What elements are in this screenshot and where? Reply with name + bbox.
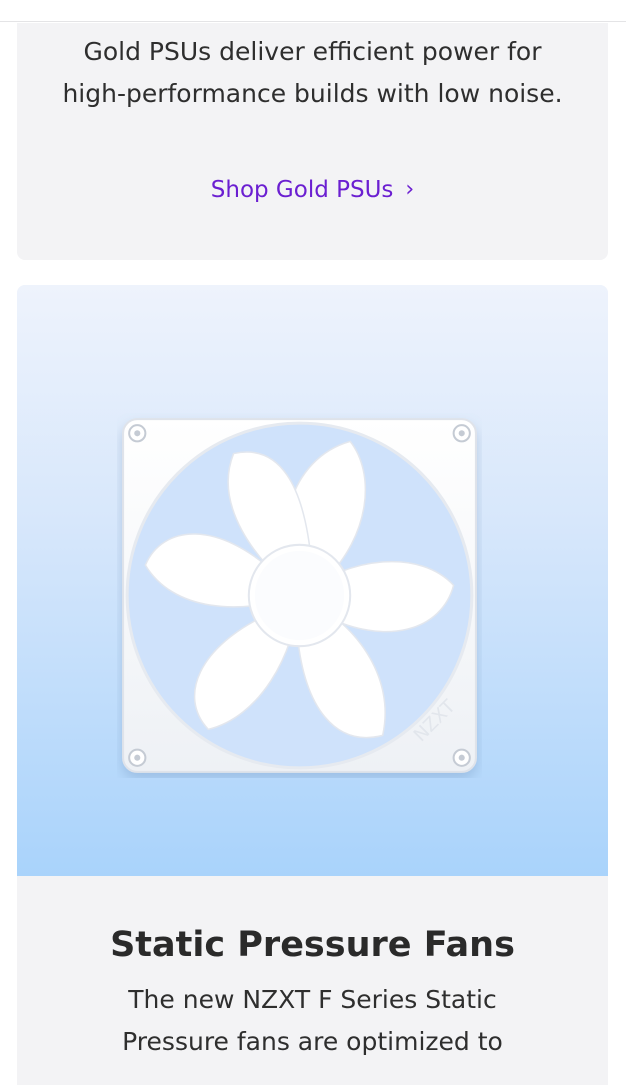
card-title: Static Pressure Fans	[110, 925, 515, 965]
shop-link-label: Shop Gold PSUs	[210, 177, 394, 203]
chevron-right-icon: ›	[405, 177, 415, 202]
static-pressure-fans-card[interactable]: NZXT Static Pressure Fans The new NZXT F…	[17, 285, 608, 1085]
top-divider	[0, 0, 626, 22]
fan-icon: NZXT	[122, 418, 477, 773]
card-description: The new NZXT F Series Static Pressure fa…	[122, 985, 503, 1056]
product-hero-image: NZXT	[17, 285, 608, 876]
gold-psu-card: Gold PSUs deliver efficient power for hi…	[17, 23, 608, 260]
psu-description: Gold PSUs deliver efficient power for hi…	[62, 37, 563, 108]
shop-gold-psus-link[interactable]: Shop Gold PSUs ›	[17, 177, 608, 203]
